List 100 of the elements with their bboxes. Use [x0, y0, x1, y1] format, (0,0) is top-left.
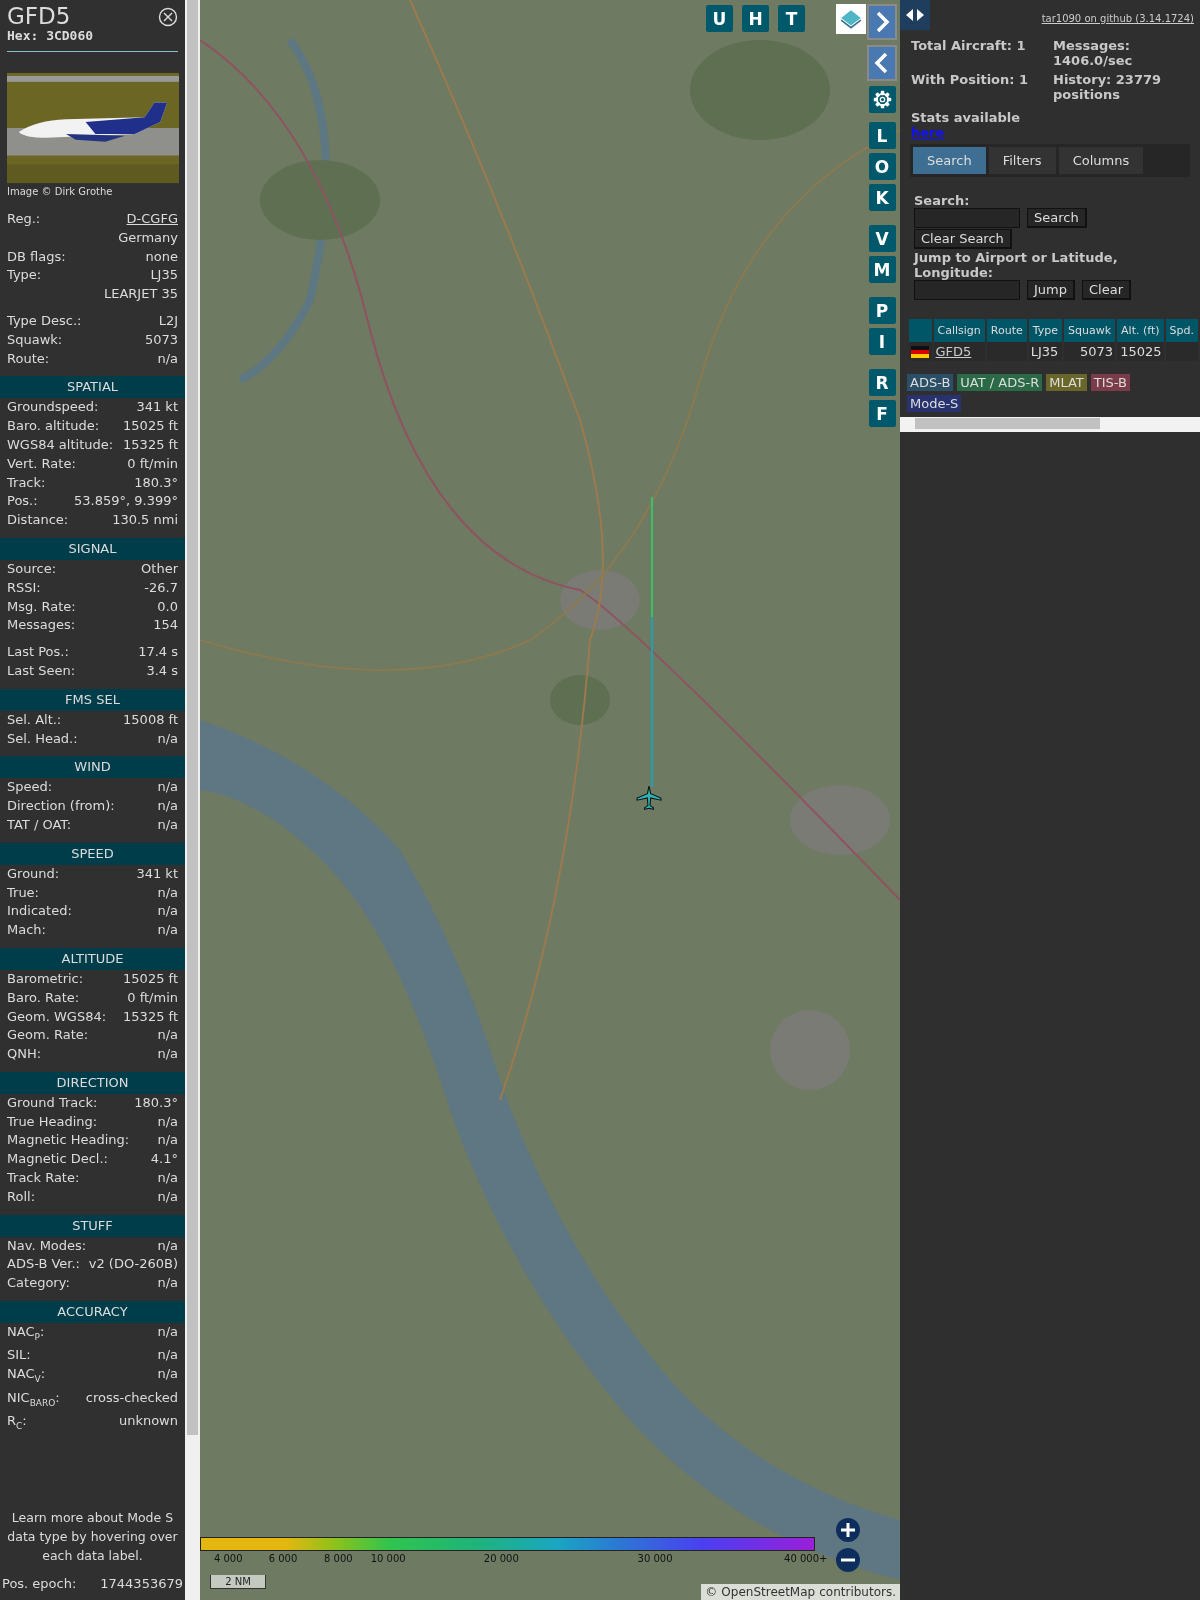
registration-link[interactable]: D-CGFG — [126, 210, 178, 229]
stat-text: Messages: 1406.0/sec — [1053, 38, 1134, 68]
field-value: 1744353679 — [100, 1575, 183, 1594]
scrollbar[interactable] — [185, 0, 200, 1600]
horizontal-scrollbar[interactable] — [900, 417, 1200, 432]
field-label: ADS-B Ver.: — [7, 1255, 80, 1274]
stat-text: Total Aircraft: 1 — [911, 38, 1027, 55]
field-label: Reg.: — [7, 210, 41, 228]
field-label: Messages: — [7, 616, 76, 635]
column-header — [909, 319, 932, 342]
field-label: Route: — [7, 349, 50, 368]
field-label: WGS84 altitude: — [7, 435, 114, 454]
search-button[interactable]: Search — [1027, 208, 1087, 228]
field-value: n/a — [157, 778, 178, 797]
map-button[interactable]: H — [742, 5, 769, 32]
section-header: WIND — [0, 756, 185, 779]
column-header[interactable]: Callsign — [933, 319, 985, 342]
map-button[interactable]: T — [778, 5, 805, 32]
collapse-button[interactable] — [867, 45, 897, 81]
map-button[interactable]: L — [868, 122, 896, 149]
field-label: NAC$_{V}$: — [7, 1365, 46, 1386]
settings-button[interactable] — [868, 86, 896, 113]
map-button[interactable]: P — [868, 297, 896, 324]
field-value: 180.3° — [134, 473, 178, 492]
map-button[interactable]: M — [868, 256, 896, 283]
jump-field[interactable] — [914, 280, 1020, 300]
map-button[interactable]: I — [868, 328, 896, 355]
field-value: 0 ft/min — [127, 988, 178, 1007]
expand-button[interactable] — [867, 4, 897, 40]
field-value: cross-checked — [85, 1388, 178, 1407]
field-label: Type Desc.: — [7, 312, 82, 330]
field-value: n/a — [157, 797, 178, 816]
field-label: Sel. Alt.: — [7, 710, 62, 729]
column-header[interactable]: Type — [1028, 319, 1063, 342]
field-value: n/a — [157, 921, 178, 940]
field-label: Magnetic Decl.: — [7, 1150, 108, 1169]
field-value: 0.0 — [157, 597, 178, 616]
column-header[interactable]: Route — [986, 319, 1027, 342]
field-value: 15025 ft — [123, 969, 178, 988]
map-button[interactable]: V — [868, 225, 896, 252]
field-label: Pos. epoch: — [2, 1575, 77, 1594]
map-button[interactable]: U — [706, 5, 733, 32]
flag-icon — [911, 345, 929, 358]
field-value: n/a — [157, 815, 178, 834]
field-value: 15025 ft — [123, 417, 178, 436]
tab[interactable]: Columns — [1058, 147, 1144, 174]
field-label: True: — [7, 883, 39, 902]
field-label: True Heading: — [7, 1112, 98, 1131]
settings-icon — [871, 89, 893, 110]
field-value: 180.3° — [134, 1093, 178, 1112]
field-value: 4.1° — [150, 1150, 178, 1169]
field-value: n/a — [157, 1274, 178, 1293]
field-value: n/a — [157, 1187, 178, 1206]
column-header[interactable]: Alt. (ft) — [1117, 319, 1164, 342]
aircraft-icon[interactable] — [636, 785, 662, 811]
jump-button[interactable]: Jump — [1027, 280, 1075, 300]
field-label: Baro. Rate: — [7, 988, 80, 1007]
aircraft-callsign: GFD5 — [7, 4, 72, 28]
table-cell: 5073 — [1064, 342, 1116, 361]
field-value: 0 ft/min — [127, 454, 178, 473]
field-label: NIC$_{BARO}$: — [7, 1388, 60, 1410]
zoom-in-button[interactable] — [836, 1518, 860, 1542]
close-icon[interactable] — [158, 7, 178, 27]
attribution-link[interactable]: OpenStreetMap — [721, 1585, 816, 1599]
map-button[interactable]: O — [868, 153, 896, 180]
field-label: Track Rate: — [7, 1169, 80, 1188]
field-label: Geom. WGS84: — [7, 1007, 107, 1026]
copyright-text: © — [705, 1585, 718, 1599]
field-label: Category: — [7, 1274, 70, 1293]
attribution-text: contributors. — [819, 1585, 896, 1599]
field-label: Magnetic Heading: — [7, 1131, 130, 1150]
field-value: 130.5 nmi — [112, 511, 178, 530]
source-legend-tag: UAT / ADS-R — [957, 374, 1043, 391]
hex-code: Hex: 3CD060 — [7, 28, 94, 43]
github-link[interactable]: tar1090 on github (3.14.1724) — [1041, 13, 1194, 24]
zoom-out-button[interactable] — [836, 1548, 860, 1572]
toggle-sidebar-button[interactable] — [900, 0, 930, 30]
field-label: RSSI: — [7, 578, 41, 597]
tab[interactable]: Search — [913, 147, 986, 174]
map-button[interactable]: F — [868, 400, 896, 427]
field-label: Direction (from): — [7, 797, 115, 816]
field-label: Squawk: — [7, 330, 63, 349]
layers-button[interactable] — [836, 4, 866, 34]
clear-search-button[interactable]: Clear Search — [914, 229, 1012, 249]
field-value: 341 kt — [136, 864, 178, 883]
section-header: ALTITUDE — [0, 947, 185, 970]
field-value: 15325 ft — [123, 435, 178, 454]
field-label: Speed: — [7, 778, 53, 797]
field-value: n/a — [157, 1346, 178, 1365]
map-button[interactable]: R — [868, 369, 896, 396]
map-button[interactable]: K — [868, 184, 896, 211]
tab[interactable]: Filters — [988, 147, 1056, 174]
clear-button[interactable]: Clear — [1082, 280, 1131, 300]
column-header[interactable]: Spd. — [1165, 319, 1198, 342]
scale-bar: 2 NM — [210, 1575, 266, 1589]
source-legend-tag: Mode-S — [907, 395, 962, 412]
legend-label: 6 000 — [268, 1553, 298, 1564]
field-value: LEARJET 35 — [103, 285, 178, 304]
column-header[interactable]: Squawk — [1064, 319, 1116, 342]
search-field[interactable] — [914, 208, 1020, 228]
